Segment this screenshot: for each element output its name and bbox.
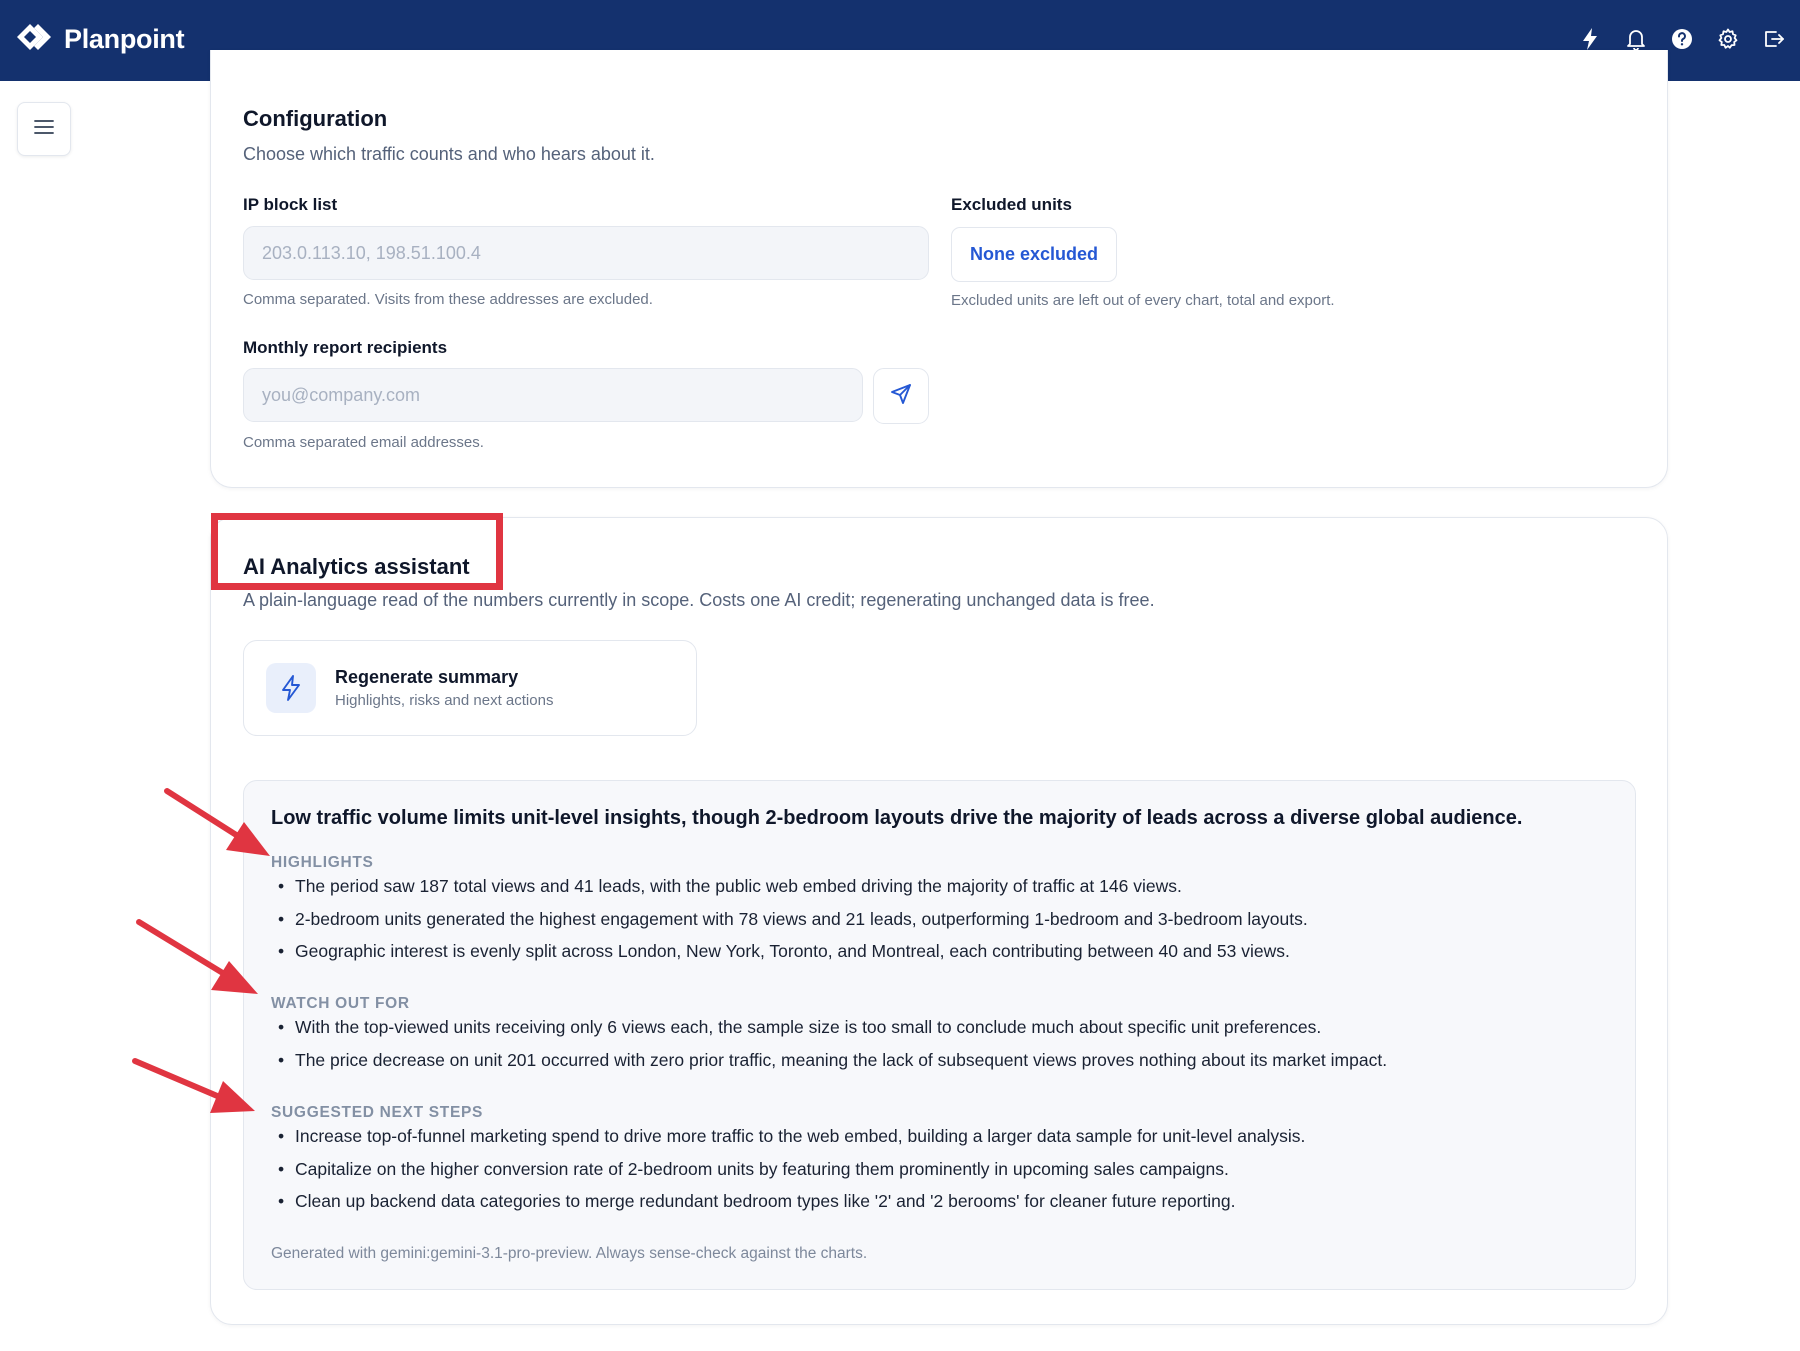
regenerate-title: Regenerate summary — [335, 667, 519, 687]
ip-block-hint: Comma separated. Visits from these addre… — [243, 291, 653, 308]
list-item: 2-bedroom units generated the highest en… — [271, 903, 1308, 936]
list-item: Geographic interest is evenly split acro… — [271, 935, 1308, 968]
ai-summary-panel: Low traffic volume limits unit-level ins… — [243, 780, 1636, 1290]
list-item: Increase top-of-funnel marketing spend t… — [271, 1120, 1305, 1153]
regenerate-subtitle: Highlights, risks and next actions — [335, 692, 554, 709]
menu-toggle-button[interactable] — [17, 102, 71, 156]
send-report-button[interactable] — [873, 368, 929, 424]
summary-headline: Low traffic volume limits unit-level ins… — [271, 807, 1523, 829]
ai-assistant-subtitle: A plain-language read of the numbers cur… — [243, 590, 1155, 610]
bolt-icon — [266, 663, 316, 713]
hamburger-icon — [34, 119, 54, 140]
generated-footnote: Generated with gemini:gemini-3.1-pro-pre… — [271, 1245, 868, 1262]
gear-icon[interactable] — [1716, 24, 1740, 54]
recipients-hint: Comma separated email addresses. — [243, 434, 484, 451]
next-steps-list: Increase top-of-funnel marketing spend t… — [271, 1120, 1305, 1218]
ip-block-input[interactable] — [243, 226, 929, 280]
annotation-highlight-box — [211, 513, 503, 590]
ai-assistant-card: AI Analytics assistant A plain-language … — [210, 517, 1668, 1325]
configuration-card: Configuration Choose which traffic count… — [210, 50, 1668, 488]
list-item: Clean up backend data categories to merg… — [271, 1185, 1305, 1218]
brand[interactable]: Planpoint — [16, 22, 185, 57]
recipients-label: Monthly report recipients — [243, 338, 448, 357]
configuration-subtitle: Choose which traffic counts and who hear… — [243, 144, 655, 164]
recipients-email-input[interactable] — [243, 368, 863, 422]
configuration-title: Configuration — [243, 106, 388, 131]
send-icon — [890, 383, 912, 410]
list-item: Capitalize on the higher conversion rate… — [271, 1153, 1305, 1186]
highlights-list: The period saw 187 total views and 41 le… — [271, 870, 1308, 968]
help-icon[interactable] — [1670, 24, 1694, 54]
excluded-units-button[interactable]: None excluded — [951, 227, 1117, 282]
logout-icon[interactable] — [1762, 24, 1786, 54]
list-item: The price decrease on unit 201 occurred … — [271, 1044, 1387, 1077]
excluded-units-hint: Excluded units are left out of every cha… — [951, 292, 1335, 309]
excluded-units-label: Excluded units — [951, 195, 1072, 214]
planpoint-logo-icon — [16, 22, 54, 57]
watch-out-list: With the top-viewed units receiving only… — [271, 1011, 1387, 1076]
app-name: Planpoint — [64, 24, 185, 54]
list-item: The period saw 187 total views and 41 le… — [271, 870, 1308, 903]
ip-block-label: IP block list — [243, 195, 338, 214]
list-item: With the top-viewed units receiving only… — [271, 1011, 1387, 1044]
regenerate-summary-button[interactable]: Regenerate summary Highlights, risks and… — [243, 640, 697, 736]
